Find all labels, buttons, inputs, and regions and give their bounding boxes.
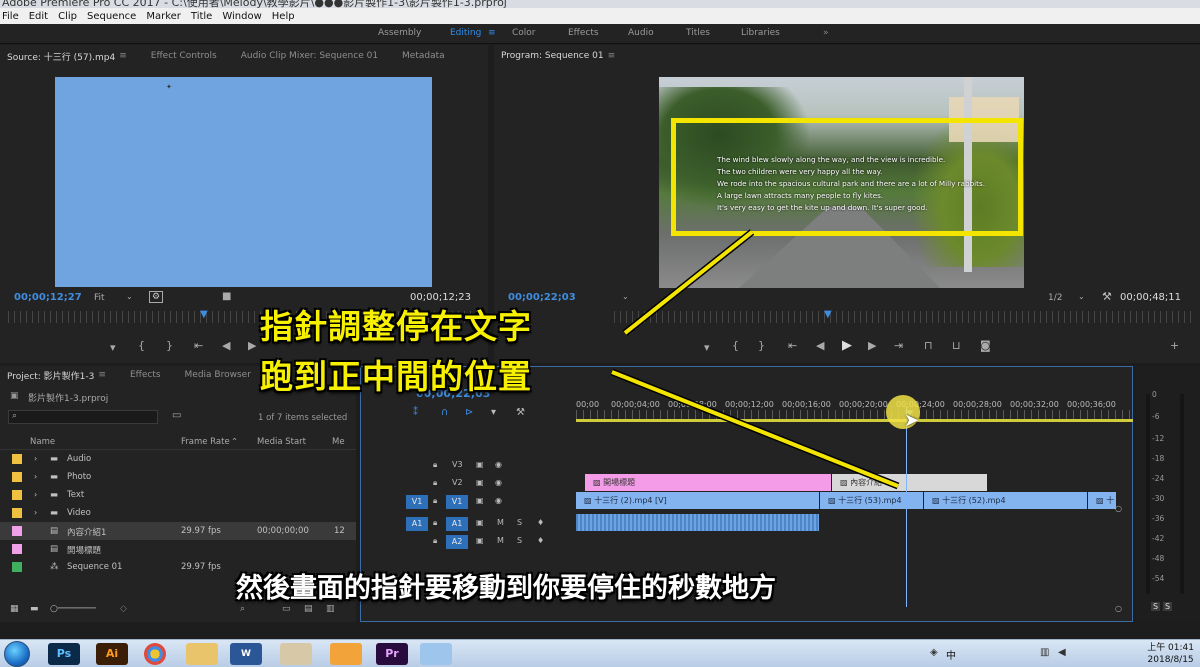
- video-caption: 然後畫面的指針要移動到你要停住的秒數地方: [236, 573, 776, 604]
- file-explorer-icon[interactable]: [186, 643, 218, 665]
- word-icon[interactable]: W: [230, 643, 262, 665]
- app-icon[interactable]: [330, 643, 362, 665]
- app-icon[interactable]: [420, 643, 452, 665]
- input-method-icon[interactable]: ◈: [930, 647, 938, 658]
- language-indicator[interactable]: 中: [946, 647, 956, 662]
- clock-date: 2018/8/15: [1147, 655, 1194, 665]
- taskbar-photoshop[interactable]: Ps: [48, 643, 80, 665]
- network-icon[interactable]: ▥: [1040, 647, 1049, 658]
- taskbar-premiere[interactable]: Pr: [376, 643, 408, 665]
- annotation-line-1: 指針調整停在文字: [260, 307, 532, 346]
- system-clock[interactable]: 上午 01:41 2018/8/15: [1147, 642, 1194, 666]
- app-icon[interactable]: [280, 643, 312, 665]
- mouse-pointer-icon: ➤: [904, 410, 920, 431]
- clock-time: 上午 01:41: [1147, 643, 1194, 653]
- annotation-line-2: 跑到正中間的位置: [260, 357, 532, 396]
- chrome-icon[interactable]: [144, 643, 166, 665]
- taskbar-illustrator[interactable]: Ai: [96, 643, 128, 665]
- start-button[interactable]: [4, 641, 30, 667]
- windows-taskbar: Ps Ai W Pr ◈ 中 ▥ ◀ 上午 01:41 2018/8/15: [0, 639, 1200, 667]
- volume-icon[interactable]: ◀: [1058, 647, 1066, 658]
